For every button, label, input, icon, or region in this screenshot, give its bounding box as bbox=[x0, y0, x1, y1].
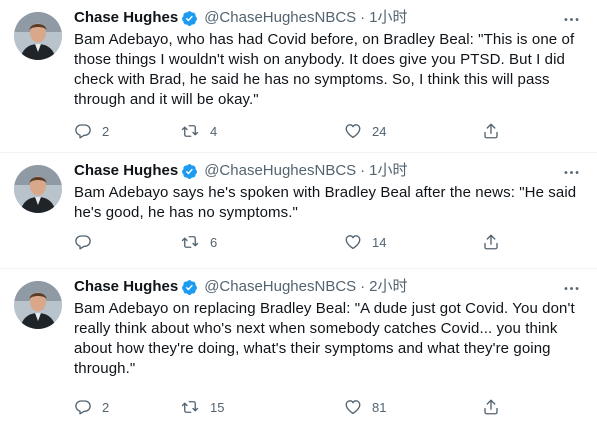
retweet-count: 6 bbox=[210, 234, 218, 250]
avatar[interactable] bbox=[14, 165, 62, 213]
author-handle[interactable]: @ChaseHughesNBCS bbox=[204, 277, 356, 297]
like-count: 14 bbox=[372, 234, 387, 250]
reply-button[interactable]: 2 bbox=[74, 398, 109, 416]
like-button[interactable]: 81 bbox=[344, 398, 386, 416]
tweet-header: Chase Hughes @ChaseHughesNBCS · 2小时 bbox=[74, 277, 581, 297]
tweet-actions: 2 4 24 bbox=[74, 121, 581, 141]
retweet-count: 15 bbox=[210, 399, 225, 415]
heart-icon bbox=[344, 233, 362, 251]
reply-icon bbox=[74, 122, 92, 140]
retweet-icon bbox=[180, 398, 200, 416]
retweet-button[interactable]: 15 bbox=[180, 398, 224, 416]
author-name[interactable]: Chase Hughes bbox=[74, 277, 178, 297]
reply-count: 2 bbox=[102, 123, 110, 139]
share-button[interactable] bbox=[482, 398, 500, 416]
retweet-button[interactable]: 4 bbox=[180, 122, 217, 140]
share-icon bbox=[482, 398, 500, 416]
author-handle[interactable]: @ChaseHughesNBCS bbox=[204, 8, 356, 28]
reply-icon bbox=[74, 398, 92, 416]
tweet[interactable]: Chase Hughes @ChaseHughesNBCS · 1小时 Bam … bbox=[0, 0, 597, 153]
timeline: Chase Hughes @ChaseHughesNBCS · 1小时 Bam … bbox=[0, 0, 597, 429]
heart-icon bbox=[344, 398, 362, 416]
reply-count: 2 bbox=[102, 399, 110, 415]
timestamp[interactable]: 1小时 bbox=[369, 161, 407, 181]
author-name[interactable]: Chase Hughes bbox=[74, 161, 178, 181]
share-button[interactable] bbox=[482, 233, 500, 251]
reply-button[interactable]: 2 bbox=[74, 122, 109, 140]
heart-icon bbox=[344, 122, 362, 140]
share-button[interactable] bbox=[482, 122, 500, 140]
author-name[interactable]: Chase Hughes bbox=[74, 8, 178, 28]
like-button[interactable]: 24 bbox=[344, 122, 386, 140]
more-icon[interactable] bbox=[562, 163, 581, 182]
more-icon[interactable] bbox=[562, 279, 581, 298]
tweet[interactable]: Chase Hughes @ChaseHughesNBCS · 1小时 Bam … bbox=[0, 153, 597, 269]
tweet-header: Chase Hughes @ChaseHughesNBCS · 1小时 bbox=[74, 8, 581, 28]
reply-button[interactable] bbox=[74, 233, 102, 251]
verified-badge-icon bbox=[181, 163, 198, 180]
tweet-actions: 6 14 bbox=[74, 232, 581, 252]
tweet-text: Bam Adebayo, who has had Covid before, o… bbox=[74, 31, 575, 108]
share-icon bbox=[482, 233, 500, 251]
retweet-icon bbox=[180, 233, 200, 251]
tweet[interactable]: Chase Hughes @ChaseHughesNBCS · 2小时 Bam … bbox=[0, 269, 597, 429]
retweet-count: 4 bbox=[210, 123, 218, 139]
like-count: 24 bbox=[372, 123, 387, 139]
verified-badge-icon bbox=[181, 10, 198, 27]
more-icon[interactable] bbox=[562, 10, 581, 29]
timestamp[interactable]: 2小时 bbox=[369, 277, 407, 297]
tweet-header: Chase Hughes @ChaseHughesNBCS · 1小时 bbox=[74, 161, 581, 181]
separator-dot: · bbox=[360, 162, 366, 179]
separator-dot: · bbox=[360, 9, 366, 26]
retweet-button[interactable]: 6 bbox=[180, 233, 217, 251]
tweet-text: Bam Adebayo says he's spoken with Bradle… bbox=[74, 184, 577, 221]
retweet-icon bbox=[180, 122, 200, 140]
author-handle[interactable]: @ChaseHughesNBCS bbox=[204, 161, 356, 181]
reply-icon bbox=[74, 233, 92, 251]
avatar[interactable] bbox=[14, 12, 62, 60]
timestamp[interactable]: 1小时 bbox=[369, 8, 407, 28]
like-button[interactable]: 14 bbox=[344, 233, 386, 251]
tweet-text: Bam Adebayo on replacing Bradley Beal: "… bbox=[74, 300, 575, 377]
separator-dot: · bbox=[360, 278, 366, 295]
verified-badge-icon bbox=[181, 279, 198, 296]
like-count: 81 bbox=[372, 399, 387, 415]
avatar[interactable] bbox=[14, 281, 62, 329]
share-icon bbox=[482, 122, 500, 140]
tweet-actions: 2 15 81 bbox=[74, 397, 581, 417]
